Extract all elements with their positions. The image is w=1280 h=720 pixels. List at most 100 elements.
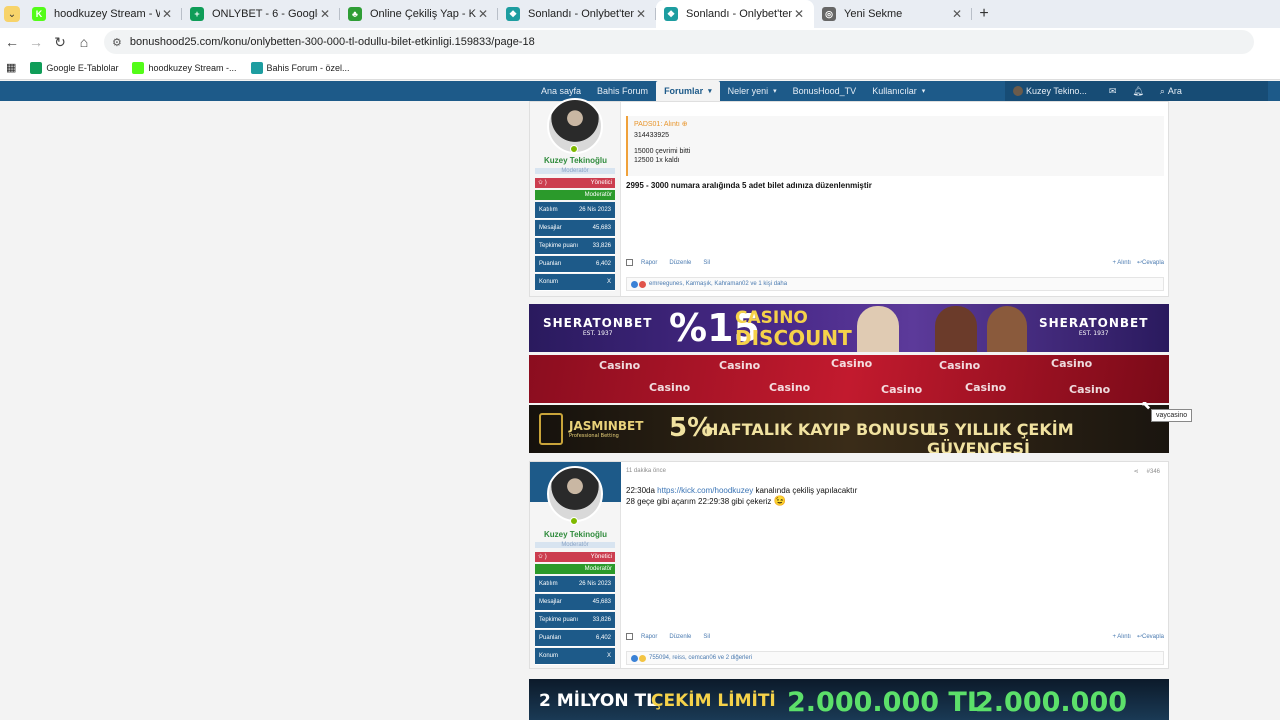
close-icon[interactable]: ✕ xyxy=(792,7,806,21)
post-2: Kuzey Tekinoğlu Moderatör ✩ ) Yönetici Mo… xyxy=(529,461,1169,669)
ad-casino-word: Casino xyxy=(649,381,691,394)
stat-value: 45,683 xyxy=(592,599,611,605)
edit-link[interactable]: Düzenle xyxy=(669,634,691,640)
user-menu[interactable]: Kuzey Tekino... xyxy=(1005,86,1095,96)
nav-label: Neler yeni xyxy=(727,86,769,96)
bookmark-item[interactable]: Google E-Tablolar xyxy=(30,61,118,74)
browser-tab[interactable]: + ONLYBET - 6 - Google E-Tablolar✕ xyxy=(182,0,340,28)
stat-label: Katılım xyxy=(539,581,558,587)
nav-item[interactable]: Kullanıcılar ▾ xyxy=(864,81,933,101)
reply-link[interactable]: ↩Cevapla xyxy=(1137,259,1164,266)
ad-banner-sheratonbet[interactable]: SHERATONBET EST. 1937 %15 CASINO DISCOUN… xyxy=(529,304,1169,352)
quote-link[interactable]: + Alıntı xyxy=(1112,260,1131,266)
forward-icon[interactable]: → xyxy=(24,34,48,50)
stat-value: X xyxy=(606,279,611,285)
close-icon[interactable]: ✕ xyxy=(950,7,964,21)
close-icon[interactable]: ✕ xyxy=(318,7,332,21)
nav-label: BonusHood_TV xyxy=(792,86,857,96)
message-text: 2995 - 3000 numara aralığında 5 adet bil… xyxy=(626,181,872,190)
ad-banner-vaycasino[interactable]: Casino Casino Casino Casino Casino Casino Casi… xyxy=(529,355,1169,403)
ad4-text2: ÇEKİM LİMİTİ xyxy=(651,691,776,711)
ad-jasminbet-logo: JASMINBET Professional Betting xyxy=(569,419,644,439)
close-icon[interactable]: ✕ xyxy=(476,7,490,21)
user-title: Moderatör xyxy=(535,168,615,174)
close-icon[interactable]: ✕ xyxy=(634,7,648,21)
user-panel: Kuzey Tekinoğlu Moderatör ✩ ) Yönetici Mo… xyxy=(530,98,621,296)
banner-moderator: Moderatör xyxy=(535,190,615,200)
delete-link[interactable]: Sil xyxy=(703,260,710,266)
apps-icon[interactable]: ▦ xyxy=(6,61,16,74)
kick-link[interactable]: https://kick.com/hoodkuzey xyxy=(657,486,753,495)
post-time[interactable]: 11 dakika önce xyxy=(626,468,666,474)
inbox-icon[interactable]: ✉ xyxy=(1101,86,1125,97)
tab-search-button[interactable]: ⌄ xyxy=(0,0,24,28)
reactions-bar[interactable]: 755094, reiss, cemcan06 ve 2 diğerleri xyxy=(626,651,1164,665)
select-checkbox[interactable] xyxy=(626,259,633,266)
quote-link[interactable]: + Alıntı xyxy=(1112,634,1131,640)
tab-favicon-icon: ♣ xyxy=(348,7,362,21)
stat-label: Mesajlar xyxy=(539,599,562,605)
search-button[interactable]: ⌕ Ara xyxy=(1152,86,1190,97)
nav-item[interactable]: Bahis Forum xyxy=(589,81,656,101)
nav-label: Ana sayfa xyxy=(541,86,582,96)
site-info-icon[interactable]: ⚙ xyxy=(112,36,122,49)
select-checkbox[interactable] xyxy=(626,633,633,640)
nav-item[interactable]: Forumlar ▾ xyxy=(656,81,720,101)
user-stat: Mesajlar 45,683 xyxy=(535,594,615,611)
ad-banner-limit[interactable]: 2 MİLYON TL ÇEKİM LİMİTİ 2.000.000 TL 2.… xyxy=(529,679,1169,720)
online-indicator xyxy=(570,517,578,525)
user-name: Kuzey Tekino... xyxy=(1026,86,1087,96)
search-label: Ara xyxy=(1167,86,1182,96)
quote-line: 15000 çevrimi bitti xyxy=(634,148,691,155)
reload-icon[interactable]: ↻ xyxy=(48,34,72,51)
browser-tab[interactable]: Khoodkuzey Stream - Watch Live✕ xyxy=(24,0,182,28)
username[interactable]: Kuzey Tekinoğlu xyxy=(530,530,621,539)
stat-label: Puanları xyxy=(539,635,562,641)
quote-header[interactable]: PADS01: Alıntı ⊕ xyxy=(634,120,1158,128)
quote-line: 12500 1x kaldı xyxy=(634,157,680,164)
delete-link[interactable]: Sil xyxy=(703,634,710,640)
post-number[interactable]: ⋖ #346 xyxy=(1134,468,1160,475)
nav-label: Forumlar xyxy=(664,86,704,96)
message-text: 22:30da https://kick.com/hoodkuzey kanal… xyxy=(626,486,858,507)
new-tab-button[interactable]: + xyxy=(972,0,996,28)
bookmark-item[interactable]: hoodkuzey Stream -... xyxy=(132,61,237,74)
nav-item[interactable]: BonusHood_TV xyxy=(785,81,865,101)
bookmark-label: hoodkuzey Stream -... xyxy=(148,62,237,73)
post-actions: Rapor Düzenle Sil + Alıntı ↩Cevapla xyxy=(626,259,1164,266)
ad4-text3: 2.000.000 TL xyxy=(787,687,985,718)
ad-jb-text2: 15 YILLIK ÇEKİM GÜVENCESİ xyxy=(927,420,1074,453)
username[interactable]: Kuzey Tekinoğlu xyxy=(530,156,621,165)
ad-banner-jasminbet[interactable]: JASMINBET Professional Betting 5% HAFTAL… xyxy=(529,405,1169,453)
url-text: bonushood25.com/konu/onlybetten-300-000-… xyxy=(129,36,535,48)
chevron-down-icon[interactable]: ▾ xyxy=(773,87,777,95)
stat-label: Mesajlar xyxy=(539,225,562,231)
chevron-down-icon[interactable]: ▾ xyxy=(922,87,926,95)
bookmark-item[interactable]: Bahis Forum - özel... xyxy=(250,61,350,74)
tab-favicon-icon: ❖ xyxy=(664,7,678,21)
tab-title: Sonlandı - Onlybet'ten 300.000 xyxy=(686,8,792,20)
report-link[interactable]: Rapor xyxy=(641,260,657,266)
edit-link[interactable]: Düzenle xyxy=(669,260,691,266)
browser-tab[interactable]: ❖ Sonlandı - Onlybet'ten 300.000✕ xyxy=(656,0,814,28)
ad-models-image xyxy=(847,304,1027,352)
browser-tab[interactable]: ❖ Sonlandı - Onlybet'ten 300.000✕ xyxy=(498,0,656,28)
report-link[interactable]: Rapor xyxy=(641,634,657,640)
stat-value: 33,826 xyxy=(592,617,611,623)
share-icon[interactable]: ⋖ xyxy=(1134,469,1139,475)
bell-icon[interactable]: 🔔︎ xyxy=(1124,86,1151,97)
avatar[interactable] xyxy=(547,466,603,522)
browser-tab[interactable]: ◎ Yeni Sekme ✕ xyxy=(814,0,972,28)
stat-label: Tepkime puanı xyxy=(539,243,579,249)
back-icon[interactable]: ← xyxy=(0,34,24,50)
browser-tab[interactable]: ♣ Online Çekiliş Yap - Kazananı Belirle✕ xyxy=(340,0,498,28)
url-field[interactable]: ⚙ bonushood25.com/konu/onlybetten-300-00… xyxy=(104,30,1254,54)
ad-casino-word: Casino xyxy=(599,359,641,372)
home-icon[interactable]: ⌂ xyxy=(72,34,96,50)
reply-link[interactable]: ↩Cevapla xyxy=(1137,633,1164,640)
wink-emoji: 😉 xyxy=(773,496,787,507)
nav-item[interactable]: Neler yeni ▾ xyxy=(720,81,785,101)
close-icon[interactable]: ✕ xyxy=(160,7,174,21)
chevron-down-icon[interactable]: ▾ xyxy=(708,87,712,95)
reactions-bar[interactable]: emreegunes, Karmaşık, Kahraman02 ve 1 ki… xyxy=(626,277,1164,291)
